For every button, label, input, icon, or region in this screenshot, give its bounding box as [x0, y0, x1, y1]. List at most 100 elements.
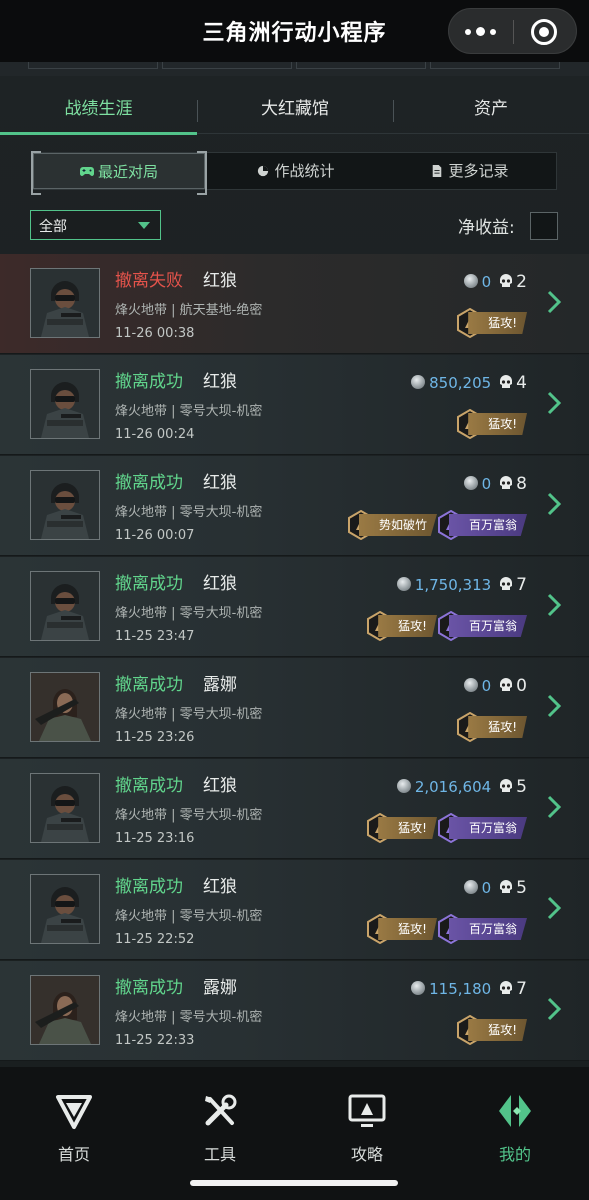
match-record-row[interactable]: 撤离成功 红狼 烽火地带 | 零号大坝-机密 11-26 00:07 0 8 势如破竹 百万富… — [0, 456, 589, 556]
badge-label: 猛攻! — [378, 817, 437, 839]
net-income-checkbox[interactable] — [530, 212, 558, 240]
badge-label: 百万富翁 — [448, 514, 527, 536]
badge-label: 势如破竹 — [358, 514, 437, 536]
match-stats: 05 — [463, 878, 527, 900]
monitor-guide-icon — [348, 1094, 386, 1127]
segment-battle-stats[interactable]: 作战统计 — [208, 153, 383, 189]
mode-filter-dropdown[interactable]: 全部 — [30, 210, 161, 240]
nav-label: 工具 — [203, 1145, 236, 1164]
operator-name: 红狼 — [203, 877, 237, 897]
match-time: 11-26 00:24 — [115, 427, 195, 442]
nav-profile[interactable]: 我的 — [475, 1091, 555, 1165]
extraction-status: 撤离成功 — [115, 675, 183, 695]
mode-map-label: 烽火地带 | 零号大坝-机密 — [115, 1010, 263, 1025]
segment-label: 最近对局 — [97, 163, 158, 181]
kill-count: 7 — [516, 575, 527, 595]
operator-name: 露娜 — [203, 675, 237, 695]
extraction-status: 撤离成功 — [115, 473, 183, 493]
mode-map-label: 烽火地带 | 零号大坝-机密 — [115, 404, 263, 419]
achievement-badge: 猛攻! — [367, 914, 437, 944]
tab-red-collection[interactable]: 大红藏馆 — [197, 86, 393, 134]
nav-label: 首页 — [57, 1145, 90, 1164]
operator-name: 红狼 — [203, 574, 237, 594]
money-earned: 850,205 — [429, 374, 492, 392]
nav-home[interactable]: 首页 — [34, 1091, 114, 1165]
operator-name: 红狼 — [203, 473, 237, 493]
kill-skull-icon — [500, 981, 513, 994]
match-stats: 00 — [463, 676, 527, 698]
operator-avatar — [30, 874, 100, 944]
achievement-badge: 百万富翁 — [437, 914, 527, 944]
match-record-row[interactable]: 撤离成功 红狼 烽火地带 | 零号大坝-机密 11-25 22:52 0 5 猛攻! 百万富翁 — [0, 860, 589, 960]
mode-map-label: 烽火地带 | 零号大坝-机密 — [115, 909, 263, 924]
filter-selected-value: 全部 — [39, 219, 67, 235]
nav-label: 我的 — [498, 1145, 531, 1164]
delta-logo-icon — [56, 1095, 92, 1129]
match-record-row[interactable]: 撤离成功 红狼 烽火地带 | 零号大坝-机密 11-26 00:24 850,205 4 猛… — [0, 355, 589, 455]
match-time: 11-25 23:47 — [115, 629, 195, 644]
operator-avatar — [30, 773, 100, 843]
extraction-status: 撤离成功 — [115, 978, 183, 998]
tools-icon — [205, 1094, 237, 1126]
kill-count: 0 — [516, 676, 527, 696]
extraction-status: 撤离成功 — [115, 574, 183, 594]
tab-career[interactable]: 战绩生涯 — [0, 86, 197, 134]
record-segment-control: 最近对局 作战统计 更多记录 — [31, 151, 557, 195]
money-earned: 2,016,604 — [414, 778, 492, 796]
operator-name: 红狼 — [203, 372, 237, 392]
chevron-right-icon — [547, 593, 561, 617]
kill-count: 5 — [516, 878, 527, 898]
badge-label: 猛攻! — [468, 413, 527, 435]
badge-label: 猛攻! — [378, 918, 437, 940]
operator-avatar — [30, 369, 100, 439]
badge-list: 势如破竹 百万富翁 — [347, 510, 527, 542]
achievement-badge: 猛攻! — [367, 611, 437, 641]
chevron-right-icon — [547, 997, 561, 1021]
capsule-close-icon[interactable] — [531, 19, 557, 45]
match-stats: 02 — [463, 272, 527, 294]
money-earned: 0 — [481, 879, 492, 897]
match-record-row[interactable]: 撤离成功 红狼 烽火地带 | 零号大坝-机密 11-25 23:47 1,750,313… — [0, 557, 589, 657]
achievement-badge: 猛攻! — [457, 1015, 527, 1045]
achievement-badge: 猛攻! — [367, 813, 437, 843]
mode-map-label: 烽火地带 | 零号大坝-机密 — [115, 505, 263, 520]
money-earned: 115,180 — [429, 980, 492, 998]
badge-label: 猛攻! — [378, 615, 437, 637]
segment-recent-matches[interactable]: 最近对局 — [31, 151, 207, 195]
more-dots-icon[interactable] — [463, 22, 499, 42]
operator-avatar — [30, 268, 100, 338]
badge-list: 猛攻! 百万富翁 — [366, 813, 527, 845]
match-stats: 2,016,604 5 — [396, 777, 527, 799]
nav-guides[interactable]: 攻略 — [327, 1091, 407, 1165]
badge-label: 猛攻! — [468, 716, 527, 738]
match-record-row[interactable]: 撤离失败 红狼 烽火地带 | 航天基地-绝密 11-26 00:38 0 2 猛攻! — [0, 254, 589, 354]
content-area: 战绩生涯 大红藏馆 资产 最近对局 作战统计 更多记录 全部 净收益: 撤离失败… — [0, 62, 589, 1067]
mode-map-label: 烽火地带 | 零号大坝-机密 — [115, 606, 263, 621]
extraction-status: 撤离成功 — [115, 877, 183, 897]
kill-skull-icon — [500, 880, 513, 893]
nav-tools[interactable]: 工具 — [180, 1091, 260, 1165]
chevron-right-icon — [547, 290, 561, 314]
money-earned: 0 — [481, 273, 492, 291]
tab-assets[interactable]: 资产 — [393, 86, 589, 134]
profile-diamond-icon — [499, 1095, 531, 1127]
mini-program-capsule — [448, 8, 577, 54]
tab-indicator — [0, 132, 197, 135]
achievement-badge: 百万富翁 — [437, 611, 527, 641]
money-earned: 0 — [481, 475, 492, 493]
operator-avatar — [30, 470, 100, 540]
match-time: 11-25 23:16 — [115, 831, 195, 846]
kill-skull-icon — [500, 678, 513, 691]
match-record-row[interactable]: 撤离成功 露娜 烽火地带 | 零号大坝-机密 11-25 23:26 0 0 猛攻! — [0, 658, 589, 758]
achievement-badge: 百万富翁 — [437, 813, 527, 843]
match-record-row[interactable]: 撤离成功 红狼 烽火地带 | 零号大坝-机密 11-25 23:16 2,016,604… — [0, 759, 589, 859]
chevron-right-icon — [547, 694, 561, 718]
mode-map-label: 烽火地带 | 零号大坝-机密 — [115, 707, 263, 722]
extraction-status: 撤离失败 — [115, 271, 183, 291]
kill-count: 2 — [516, 272, 527, 292]
app-header: 三角洲行动小程序 — [0, 0, 589, 62]
match-time: 11-26 00:38 — [115, 326, 195, 341]
extraction-status: 撤离成功 — [115, 372, 183, 392]
segment-more-records[interactable]: 更多记录 — [383, 153, 556, 189]
match-record-row[interactable]: 撤离成功 露娜 烽火地带 | 零号大坝-机密 11-25 22:33 115,180 7 猛… — [0, 961, 589, 1061]
